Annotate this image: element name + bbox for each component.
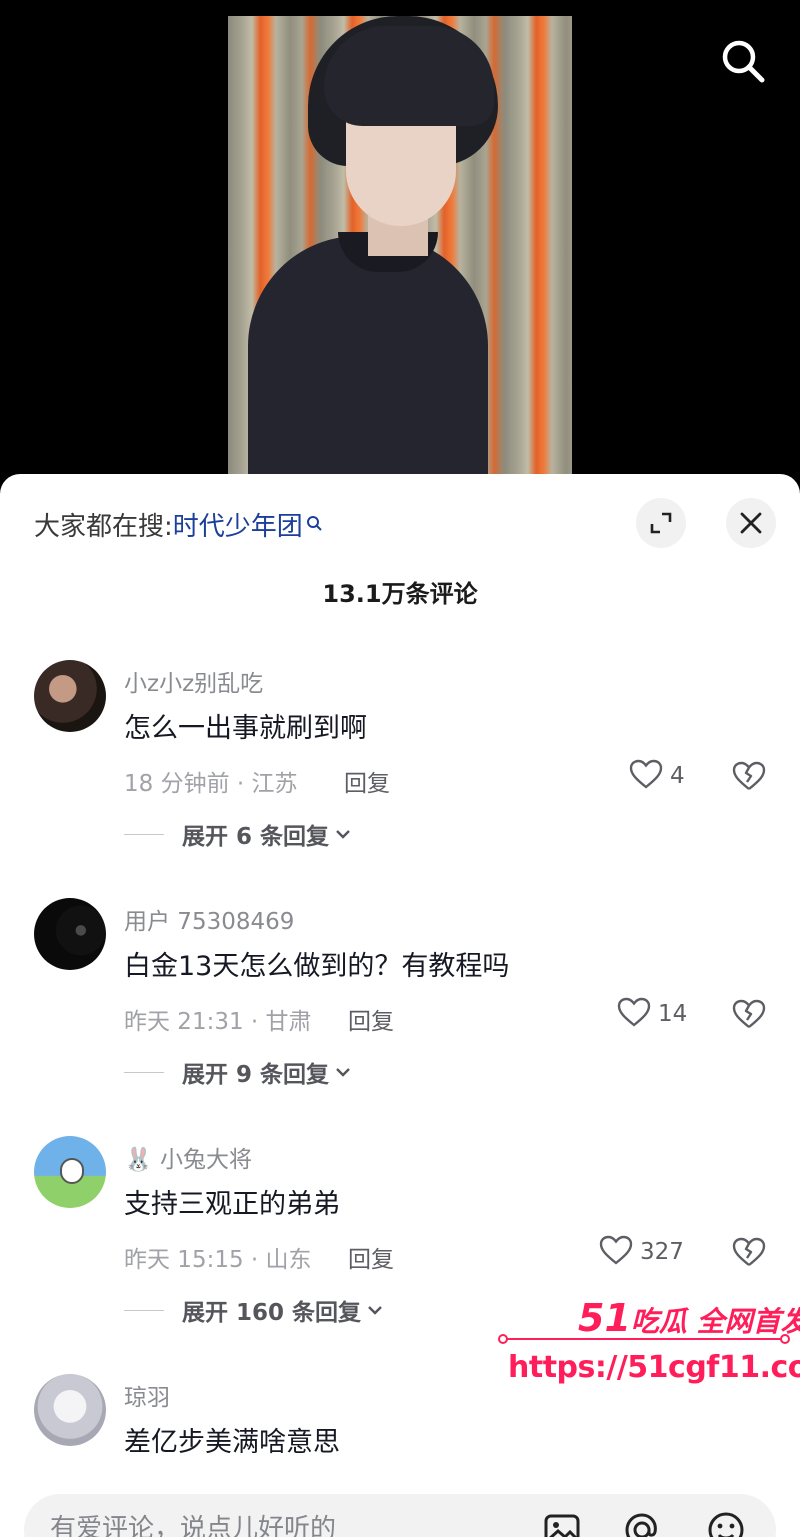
heart-icon	[598, 1234, 634, 1270]
heart-icon	[616, 996, 652, 1032]
close-icon[interactable]	[726, 498, 776, 548]
comment-input[interactable]	[50, 1514, 510, 1537]
expand-replies[interactable]: 展开 9 条回复	[124, 1056, 351, 1088]
watermark-brand-text: 吃瓜 全网首发	[630, 1305, 800, 1338]
expand-replies[interactable]: 展开 160 条回复	[124, 1294, 383, 1326]
comment-text: 支持三观正的弟弟	[124, 1189, 340, 1220]
broken-heart-icon[interactable]	[732, 1236, 766, 1270]
comment-meta: 18 分钟前 · 江苏	[124, 771, 298, 797]
watermark-brand: 51吃瓜 全网首发	[578, 1296, 800, 1340]
hot-search-term[interactable]: 时代少年团	[173, 512, 303, 542]
avatar[interactable]	[34, 1374, 106, 1446]
hot-search-prefix: 大家都在搜:	[34, 512, 173, 542]
broken-heart-icon[interactable]	[732, 998, 766, 1032]
reply-button[interactable]: 回复	[348, 1240, 394, 1274]
comment-meta: 昨天 21:31 · 甘肃	[124, 1009, 312, 1035]
reply-button[interactable]: 回复	[344, 764, 390, 798]
chevron-down-icon	[335, 1063, 351, 1082]
comment-meta: 昨天 15:15 · 山东	[124, 1247, 312, 1273]
comment-text: 差亿步美满啥意思	[124, 1427, 340, 1458]
expand-icon[interactable]	[636, 498, 686, 548]
expand-replies[interactable]: 展开 6 条回复	[124, 818, 351, 850]
avatar[interactable]	[34, 660, 106, 732]
comment-input-bar	[24, 1494, 776, 1537]
comment-text: 白金13天怎么做到的？有教程吗	[124, 951, 510, 982]
comment-username-text: 小兔大将	[159, 1147, 252, 1173]
like-button[interactable]: 4	[628, 758, 685, 794]
search-icon[interactable]	[718, 36, 768, 86]
at-icon[interactable]	[622, 1510, 662, 1537]
mini-search-icon	[306, 508, 322, 538]
like-button[interactable]: 327	[598, 1234, 684, 1270]
avatar[interactable]	[34, 1136, 106, 1208]
comment-count: 13.1万条评论	[322, 580, 478, 608]
avatar-figure	[60, 1158, 84, 1184]
watermark-dot	[498, 1334, 508, 1344]
image-icon[interactable]	[542, 1510, 582, 1537]
divider	[124, 1309, 164, 1311]
comment-username[interactable]: 🐰 小兔大将	[124, 1140, 252, 1174]
watermark-line	[502, 1338, 788, 1340]
video-thumbnail	[228, 16, 572, 480]
person-fringe	[324, 26, 494, 126]
emoji-icon[interactable]	[706, 1510, 746, 1537]
comment-text: 怎么一出事就刷到啊	[124, 713, 367, 744]
divider	[124, 1071, 164, 1073]
avatar[interactable]	[34, 898, 106, 970]
hot-search: 大家都在搜:时代少年团	[34, 506, 322, 543]
comment-username[interactable]: 小z小z别乱吃	[124, 664, 263, 698]
expand-replies-label: 展开 6 条回复	[182, 824, 330, 850]
like-button[interactable]: 14	[616, 996, 687, 1032]
like-count: 4	[670, 763, 685, 789]
person-body	[248, 236, 488, 480]
expand-replies-label: 展开 160 条回复	[182, 1300, 362, 1326]
watermark: 51吃瓜 全网首发 https://51cgf11.com	[498, 1296, 800, 1400]
video-player[interactable]	[0, 0, 800, 480]
rabbit-icon: 🐰	[124, 1147, 153, 1173]
watermark-dot	[780, 1334, 790, 1344]
watermark-brand-number: 51	[578, 1296, 631, 1340]
reply-button[interactable]: 回复	[348, 1002, 394, 1036]
divider	[124, 833, 164, 835]
list-fade	[0, 1470, 800, 1490]
comment-item: 小z小z别乱吃 怎么一出事就刷到啊 18 分钟前 · 江苏 回复 4 展开 6 …	[0, 660, 800, 890]
expand-replies-label: 展开 9 条回复	[182, 1062, 330, 1088]
like-count: 14	[658, 1001, 688, 1027]
comment-username[interactable]: 琼羽	[124, 1378, 170, 1412]
comment-username[interactable]: 用户 75308469	[124, 902, 294, 936]
heart-icon	[628, 758, 664, 794]
like-count: 327	[640, 1239, 684, 1265]
broken-heart-icon[interactable]	[732, 760, 766, 794]
chevron-down-icon	[335, 825, 351, 844]
chevron-down-icon	[367, 1301, 383, 1320]
comment-item: 用户 75308469 白金13天怎么做到的？有教程吗 昨天 21:31 · 甘…	[0, 898, 800, 1128]
watermark-url: https://51cgf11.com	[508, 1350, 800, 1385]
sheet-header: 大家都在搜:时代少年团	[0, 474, 800, 574]
